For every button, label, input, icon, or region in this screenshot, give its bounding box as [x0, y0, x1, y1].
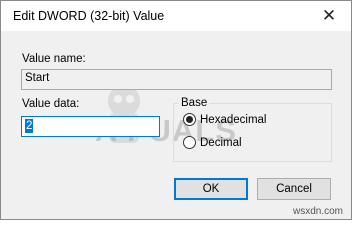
- base-groupbox: [173, 103, 332, 162]
- value-data-label: Value data:: [22, 98, 80, 110]
- title-bar: Edit DWORD (32-bit) Value ✕: [1, 1, 351, 31]
- value-name-text: Start: [25, 72, 50, 84]
- decimal-label: Decimal: [200, 136, 242, 149]
- decimal-radio-option[interactable]: Decimal: [183, 136, 242, 149]
- close-icon: ✕: [321, 6, 337, 25]
- ok-button[interactable]: OK: [174, 178, 248, 200]
- value-data-input[interactable]: 2: [21, 116, 160, 137]
- close-button[interactable]: ✕: [307, 1, 351, 31]
- edit-dword-dialog: Edit DWORD (32-bit) Value ✕ A PUALS Valu…: [0, 0, 352, 220]
- hexadecimal-label: Hexadecimal: [200, 113, 267, 126]
- dialog-title: Edit DWORD (32-bit) Value: [13, 9, 165, 23]
- value-name-label: Value name:: [22, 53, 86, 65]
- value-name-field[interactable]: Start: [21, 69, 332, 90]
- base-group-label: Base: [179, 97, 210, 109]
- hexadecimal-radio[interactable]: [183, 113, 196, 126]
- dialog-body: A PUALS Value name: Start Value data: 2 …: [1, 31, 351, 219]
- hexadecimal-radio-option[interactable]: Hexadecimal: [183, 113, 266, 126]
- cancel-button[interactable]: Cancel: [257, 178, 331, 200]
- value-data-selected-text: 2: [25, 119, 34, 133]
- site-watermark: wsxdn.com: [292, 206, 343, 217]
- decimal-radio[interactable]: [183, 136, 196, 149]
